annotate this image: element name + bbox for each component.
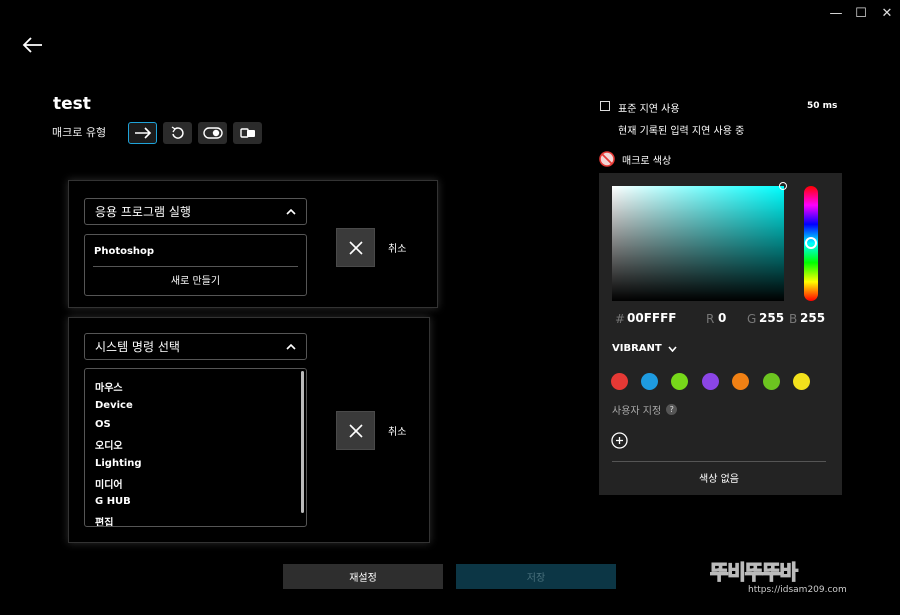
list-item[interactable]: 편집 xyxy=(95,514,113,526)
cancel-action2-label: 취소 xyxy=(388,427,407,438)
hex-hash-label: # xyxy=(615,312,626,326)
color-gradient-area[interactable] xyxy=(612,186,784,301)
b-label: B xyxy=(789,312,798,326)
list-item[interactable]: G HUB xyxy=(95,496,131,507)
action-type-dropdown[interactable]: 응용 프로그램 실행 xyxy=(84,198,307,225)
arrow-right-icon xyxy=(134,127,151,139)
palette-name: VIBRANT xyxy=(612,343,662,354)
repeat-icon xyxy=(171,126,184,139)
swatch-purple[interactable] xyxy=(702,373,719,390)
list-item[interactable]: 오디오 xyxy=(95,437,123,452)
r-label: R xyxy=(706,312,715,326)
list-item[interactable]: OS xyxy=(95,419,111,430)
system-command-list[interactable]: 마우스 Device OS 오디오 Lighting 미디어 G HUB 편집 xyxy=(84,368,307,527)
cancel-action1-label: 취소 xyxy=(388,244,407,255)
help-icon[interactable]: ? xyxy=(666,404,678,415)
list-item[interactable]: Lighting xyxy=(95,458,142,469)
create-new-button[interactable]: 새로 만들기 xyxy=(84,272,307,287)
chevron-up-icon xyxy=(286,343,296,350)
minimize-button[interactable]: — xyxy=(826,6,846,21)
swatch-lime[interactable] xyxy=(763,373,780,390)
program-item-photoshop[interactable]: Photoshop xyxy=(94,246,154,257)
close-button[interactable]: ✕ xyxy=(877,6,897,21)
dropdown-label: 응용 프로그램 실행 xyxy=(95,205,191,219)
macro-title: test xyxy=(53,94,91,114)
macro-type-hold-button[interactable] xyxy=(233,122,262,144)
close-icon xyxy=(348,240,363,255)
g-input[interactable]: 255 xyxy=(759,311,784,325)
macro-type-toggle-button[interactable] xyxy=(198,122,227,144)
b-input[interactable]: 255 xyxy=(800,311,825,325)
palette-dropdown[interactable]: VIBRANT xyxy=(612,343,677,354)
list-item[interactable]: 마우스 xyxy=(95,379,123,394)
chevron-down-icon xyxy=(668,345,677,352)
no-color-button[interactable]: 색상 없음 xyxy=(612,470,826,485)
watermark-brand: 뚜비뚜뚜바 xyxy=(709,559,798,584)
divider xyxy=(612,461,826,462)
macro-type-sequence-button[interactable] xyxy=(128,122,157,144)
swatch-orange[interactable] xyxy=(732,373,749,390)
list-scrollbar[interactable] xyxy=(301,371,304,513)
no-color-icon xyxy=(599,151,615,171)
list-item[interactable]: Device xyxy=(95,400,133,411)
macro-color-label: 매크로 색상 xyxy=(622,156,672,167)
delay-note: 현재 기록된 입력 지연 사용 중 xyxy=(618,126,745,137)
swatch-red[interactable] xyxy=(611,373,628,390)
close-icon xyxy=(348,423,363,438)
list-divider xyxy=(93,266,298,267)
standard-delay-label: 표준 지연 사용 xyxy=(618,104,680,115)
macro-type-repeat-button[interactable] xyxy=(163,122,192,144)
dropdown-label: 시스템 명령 선택 xyxy=(95,340,180,354)
color-cursor[interactable] xyxy=(779,182,787,190)
macro-type-label: 매크로 유형 xyxy=(52,126,107,139)
custom-colors-header: 사용자 지정 ? xyxy=(612,402,678,417)
toggle-icon xyxy=(202,127,223,139)
chevron-up-icon xyxy=(286,208,296,215)
plus-circle-icon xyxy=(611,432,628,449)
cancel-action2-button[interactable] xyxy=(336,411,375,450)
swatch-blue[interactable] xyxy=(641,373,658,390)
add-custom-color-button[interactable] xyxy=(611,432,628,453)
system-command-dropdown[interactable]: 시스템 명령 선택 xyxy=(84,333,307,360)
back-arrow-icon[interactable] xyxy=(22,34,44,56)
cancel-action1-button[interactable] xyxy=(336,228,375,267)
delay-value: 50 ms xyxy=(807,101,838,111)
maximize-button[interactable]: ☐ xyxy=(851,6,871,21)
hold-icon xyxy=(239,128,255,138)
r-input[interactable]: 0 xyxy=(718,311,726,325)
hex-input[interactable]: 00FFFF xyxy=(627,311,677,325)
swatch-green[interactable] xyxy=(671,373,688,390)
reset-button[interactable]: 재설정 xyxy=(283,564,443,589)
standard-delay-checkbox[interactable] xyxy=(600,101,610,111)
hue-slider-handle[interactable] xyxy=(805,237,817,249)
swatch-yellow[interactable] xyxy=(793,373,810,390)
custom-colors-label: 사용자 지정 xyxy=(612,406,662,417)
watermark-url: https://idsam209.com xyxy=(748,585,847,595)
g-label: G xyxy=(747,312,757,326)
save-button[interactable]: 저장 xyxy=(456,564,616,589)
list-item[interactable]: 미디어 xyxy=(95,476,123,491)
